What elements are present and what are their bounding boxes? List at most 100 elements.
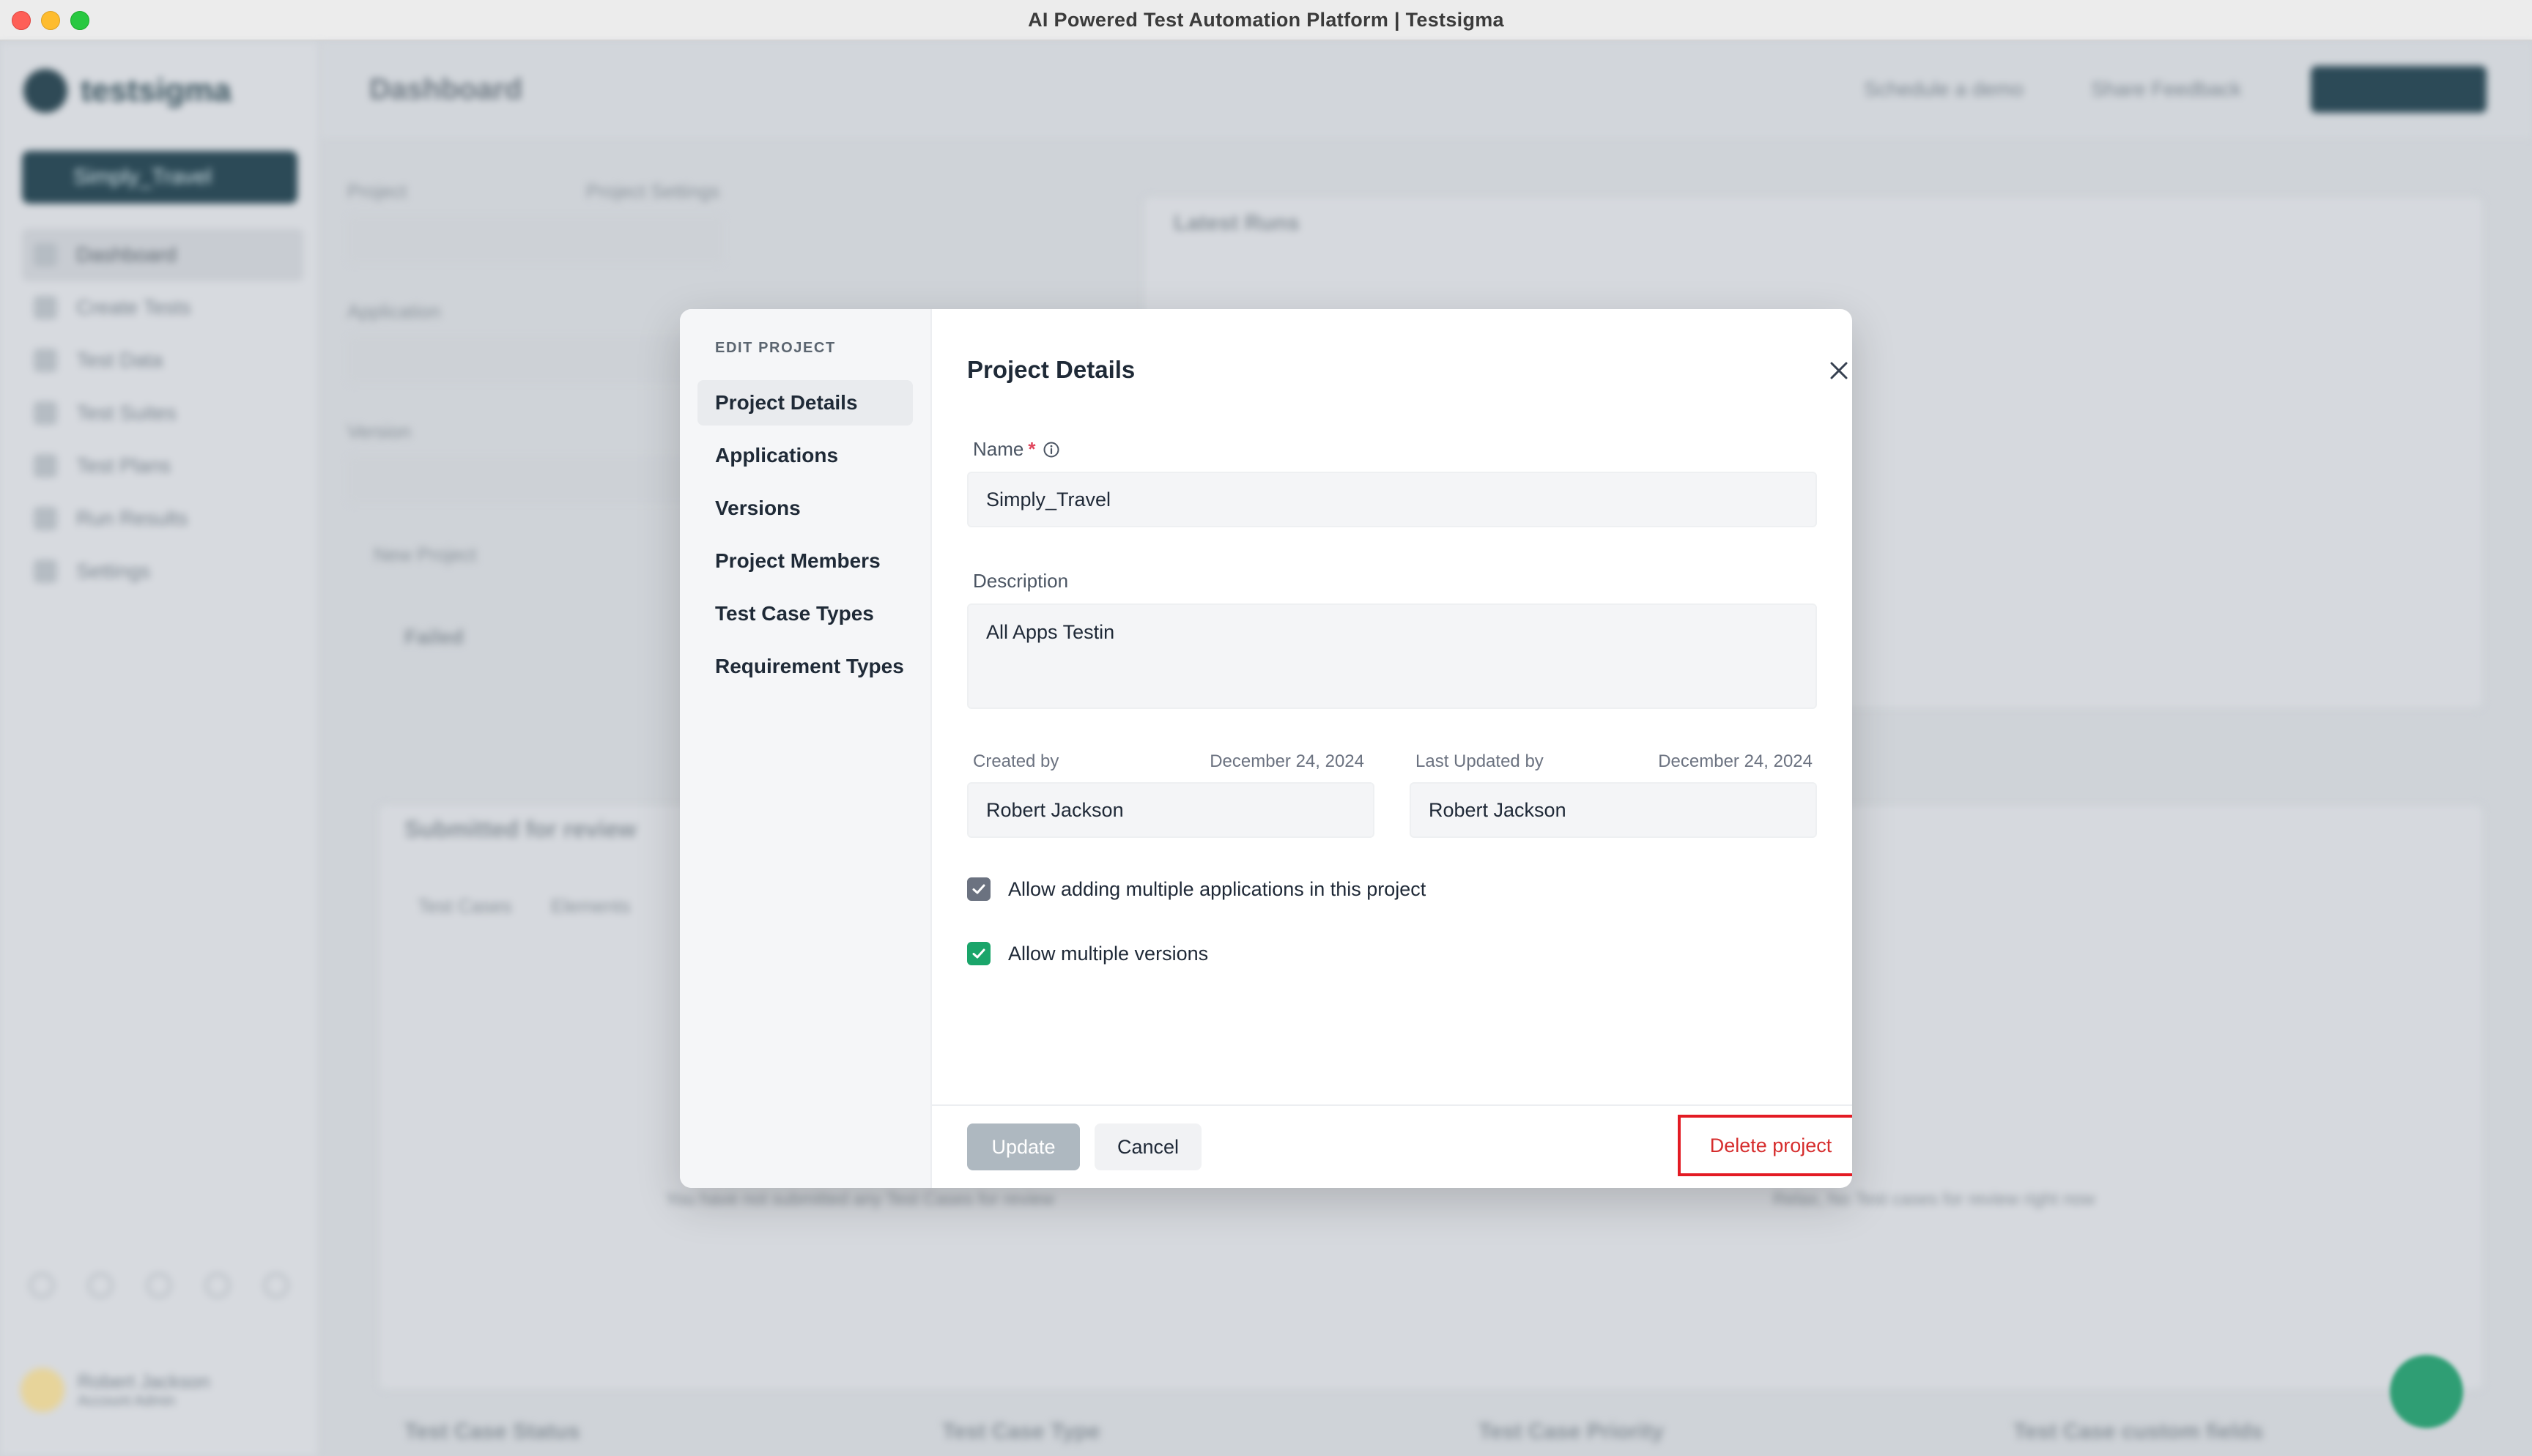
name-field[interactable]: Simply_Travel — [967, 472, 1817, 527]
modal-title: Project Details — [967, 356, 1136, 383]
empty-review-right: Relax, No Test cases for review right no… — [1773, 1189, 2095, 1209]
multi-versions-checkbox[interactable] — [967, 942, 991, 965]
create-tests-icon — [34, 296, 57, 319]
delete-project-button[interactable]: Delete project — [1678, 1115, 1852, 1176]
info-icon[interactable] — [88, 1273, 113, 1298]
user-role: Account Admin — [78, 1393, 176, 1409]
tab-project-details[interactable]: Project Details — [697, 380, 913, 426]
sidebar-item-label: Run Results — [76, 507, 188, 530]
sidebar-item-test-data[interactable]: Test Data — [22, 334, 303, 387]
tab-test-case-types[interactable]: Test Case Types — [697, 591, 913, 636]
name-label: Name * — [973, 438, 1060, 461]
create-new-button[interactable] — [2311, 66, 2487, 113]
edit-project-modal: EDIT PROJECT Project Details Application… — [680, 309, 1852, 1188]
section-test-case-type: Test Case Type — [942, 1419, 1100, 1444]
dashboard-icon — [34, 243, 57, 267]
tab-elements[interactable]: Elements — [551, 895, 630, 918]
test-suites-icon — [34, 401, 57, 425]
zoom-window-button[interactable] — [70, 11, 89, 30]
topbar: Dashboard Schedule a demo Share Feedback — [321, 42, 2532, 138]
modal-footer: Update Cancel Delete project — [932, 1104, 1852, 1188]
traffic-lights — [12, 11, 89, 30]
sidebar-item-label: Test Plans — [76, 454, 171, 477]
updated-date: December 24, 2024 — [1658, 751, 1813, 771]
multi-apps-label: Allow adding multiple applications in th… — [1008, 877, 1426, 900]
application-label: Application — [347, 300, 441, 322]
project-select[interactable] — [347, 215, 724, 264]
avatar — [21, 1368, 64, 1412]
checkmark-icon — [972, 948, 985, 959]
sidebar-item-label: Create Tests — [76, 296, 191, 319]
sidebar-item-label: Test Suites — [76, 401, 177, 424]
sidebar-nav: Dashboard Create Tests Test Data Test Su… — [22, 229, 303, 598]
sidebar-item-run-results[interactable]: Run Results — [22, 492, 303, 545]
version-select[interactable] — [347, 456, 724, 504]
required-marker: * — [1028, 438, 1036, 460]
close-button[interactable] — [1824, 356, 1852, 385]
sidebar-item-label: Dashboard — [76, 243, 177, 266]
multi-apps-checkbox[interactable] — [967, 877, 991, 901]
modal-eyebrow: EDIT PROJECT — [715, 340, 836, 356]
notification-icon[interactable] — [205, 1273, 230, 1298]
section-custom-fields: Test Case custom fields — [2013, 1419, 2264, 1444]
multi-versions-option[interactable]: Allow multiple versions — [967, 942, 1208, 965]
description-field[interactable]: All Apps Testin — [967, 603, 1817, 709]
minimize-window-button[interactable] — [41, 11, 60, 30]
chat-support-icon[interactable] — [2390, 1355, 2463, 1428]
sidebar: testsigma Simply_Travel Dashboard Create… — [0, 42, 319, 1456]
new-project-link[interactable]: New Project — [374, 543, 476, 566]
docs-icon[interactable] — [147, 1273, 171, 1298]
cancel-button[interactable]: Cancel — [1095, 1123, 1202, 1170]
brand-name: testsigma — [81, 73, 232, 108]
modal-main: Project Details Name * Simply_Travel Des… — [932, 309, 1852, 1188]
run-results-icon — [34, 507, 57, 530]
info-icon — [1043, 442, 1059, 457]
created-by-label: Created by — [973, 751, 1059, 771]
description-label: Description — [973, 570, 1069, 592]
checkmark-icon — [972, 884, 985, 894]
test-plans-icon — [34, 454, 57, 478]
sidebar-item-create-tests[interactable]: Create Tests — [22, 281, 303, 334]
tab-project-members[interactable]: Project Members — [697, 538, 913, 584]
project-label: Project — [347, 180, 407, 202]
page-title: Dashboard — [369, 73, 522, 105]
user-name: Robert Jackson — [78, 1370, 210, 1392]
failed-label: Failed — [404, 625, 464, 648]
created-by-field: Robert Jackson — [967, 782, 1374, 838]
user-profile[interactable]: Robert Jackson Account Admin — [21, 1368, 210, 1412]
sidebar-utility-icons — [29, 1273, 289, 1298]
tab-test-cases[interactable]: Test Cases — [418, 895, 512, 918]
sidebar-item-settings[interactable]: Settings — [22, 545, 303, 598]
support-icon[interactable] — [264, 1273, 289, 1298]
tab-applications[interactable]: Applications — [697, 433, 913, 478]
version-label: Version — [347, 420, 411, 442]
project-settings-link[interactable]: Project Settings — [586, 180, 719, 203]
section-test-case-priority: Test Case Priority — [1478, 1419, 1664, 1444]
updated-by-label: Last Updated by — [1415, 751, 1544, 771]
project-switcher[interactable]: Simply_Travel — [22, 151, 297, 204]
close-window-button[interactable] — [12, 11, 31, 30]
multi-apps-option[interactable]: Allow adding multiple applications in th… — [967, 877, 1426, 901]
sidebar-item-label: Settings — [76, 560, 151, 582]
share-feedback-link[interactable]: Share Feedback — [2091, 78, 2241, 101]
logo-icon — [23, 69, 67, 113]
name-label-text: Name — [973, 438, 1024, 460]
schedule-demo-link[interactable]: Schedule a demo — [1864, 78, 2024, 101]
close-icon — [1830, 362, 1848, 379]
empty-review-left: You have not submitted any Test Cases fo… — [665, 1189, 1054, 1209]
sidebar-item-dashboard[interactable]: Dashboard — [22, 229, 303, 281]
sidebar-item-test-plans[interactable]: Test Plans — [22, 439, 303, 492]
modal-nav: EDIT PROJECT Project Details Application… — [680, 309, 932, 1188]
window-titlebar: AI Powered Test Automation Platform | Te… — [0, 0, 2532, 41]
settings-icon — [34, 560, 57, 583]
sidebar-item-test-suites[interactable]: Test Suites — [22, 387, 303, 439]
updated-by-field: Robert Jackson — [1410, 782, 1817, 838]
update-button[interactable]: Update — [967, 1123, 1080, 1170]
help-icon[interactable] — [29, 1273, 54, 1298]
tab-requirement-types[interactable]: Requirement Types — [697, 644, 913, 689]
application-select[interactable] — [347, 335, 724, 384]
brand: testsigma — [23, 69, 231, 113]
tab-versions[interactable]: Versions — [697, 486, 913, 531]
test-data-icon — [34, 349, 57, 372]
sidebar-item-label: Test Data — [76, 349, 163, 371]
